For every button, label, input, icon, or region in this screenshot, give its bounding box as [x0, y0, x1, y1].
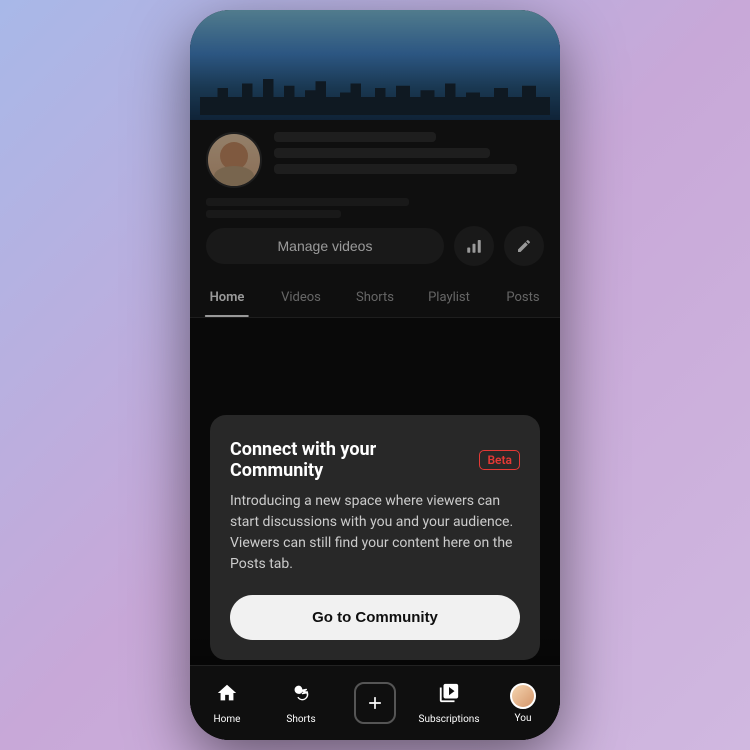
nav-label-subscriptions: Subscriptions [419, 714, 480, 725]
nav-item-you[interactable]: You [486, 683, 560, 724]
nav-item-add[interactable] [338, 682, 412, 724]
add-button[interactable] [354, 682, 396, 724]
bottom-navigation: Home Shorts Subscriptions [190, 665, 560, 740]
subscriptions-icon [438, 682, 460, 710]
go-to-community-button[interactable]: Go to Community [230, 595, 520, 640]
nav-item-shorts[interactable]: Shorts [264, 682, 338, 725]
home-icon [216, 682, 238, 710]
nav-item-home[interactable]: Home [190, 682, 264, 725]
nav-item-subscriptions[interactable]: Subscriptions [412, 682, 486, 725]
popup-title-row: Connect with your Community Beta [230, 439, 520, 481]
nav-label-you: You [515, 713, 532, 724]
beta-badge: Beta [479, 450, 520, 470]
phone-frame: Manage videos Home Videos S [190, 10, 560, 740]
popup-title-text: Connect with your Community [230, 439, 469, 481]
nav-label-shorts: Shorts [286, 714, 315, 725]
user-avatar-icon [510, 683, 536, 709]
community-popup: Connect with your Community Beta Introdu… [210, 415, 540, 660]
shorts-icon [290, 682, 312, 710]
nav-label-home: Home [214, 714, 241, 725]
popup-description: Introducing a new space where viewers ca… [230, 491, 520, 575]
phone-content: Manage videos Home Videos S [190, 10, 560, 740]
